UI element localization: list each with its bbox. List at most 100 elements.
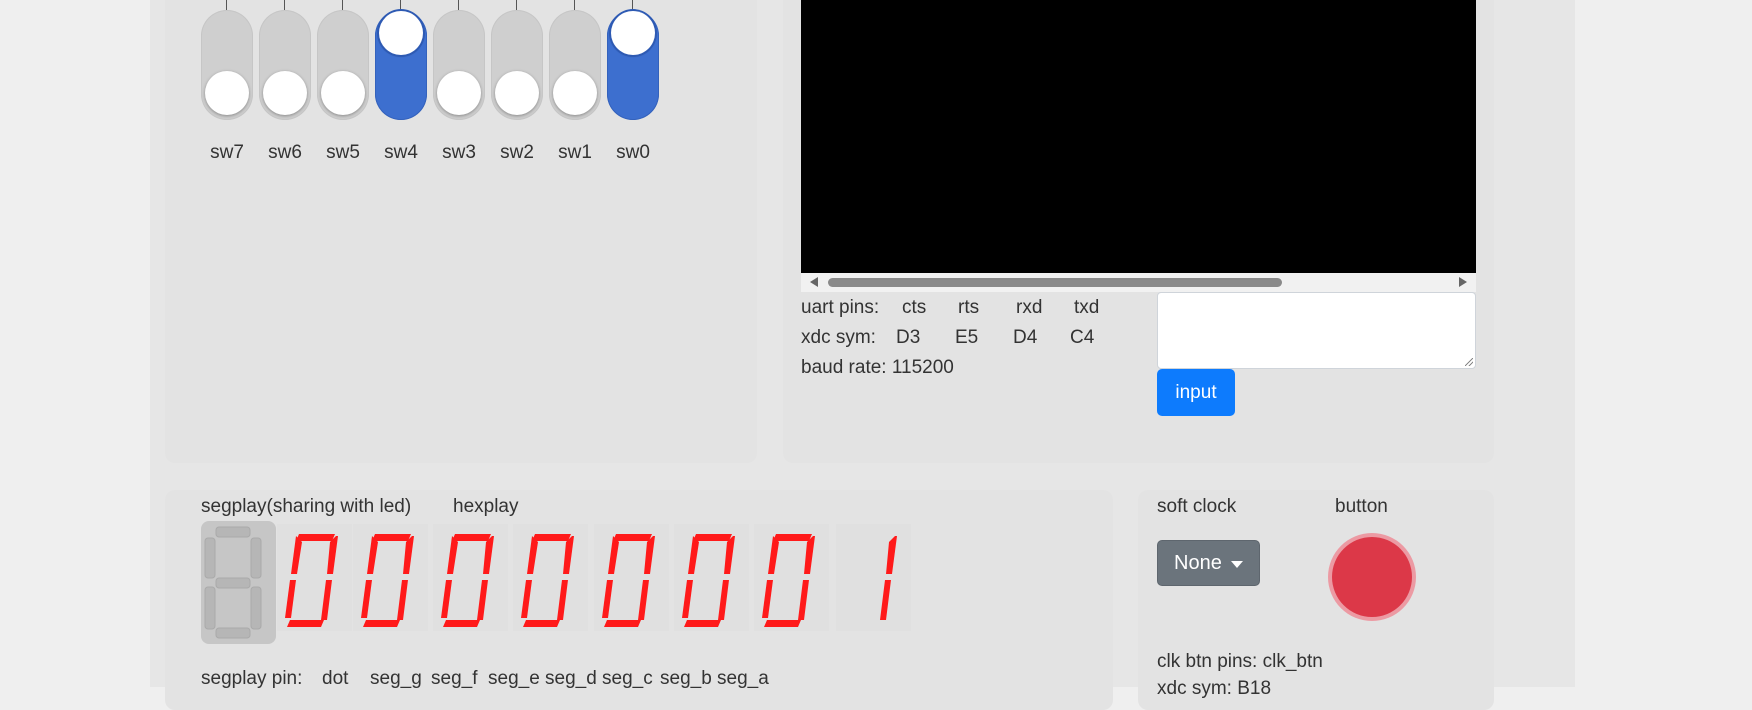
segment-d — [604, 620, 641, 627]
switch-knob[interactable] — [553, 71, 597, 115]
segment-c — [321, 580, 332, 620]
xdc-txd: C4 — [1070, 327, 1095, 348]
segment-a — [452, 534, 491, 541]
switch-label: sw3 — [442, 142, 476, 163]
uart-pin-rxd: rxd — [1016, 297, 1043, 318]
uart-pin-txd: txd — [1074, 297, 1100, 318]
switch-knob[interactable] — [495, 71, 539, 115]
xdc-rts: E5 — [955, 327, 979, 348]
segment-f — [367, 536, 378, 574]
caret-down-icon — [1231, 561, 1243, 568]
switch-knob[interactable] — [437, 71, 481, 115]
segment-b — [403, 536, 414, 574]
clk-btn-pins: clk btn pins: clk_btn — [1157, 651, 1323, 672]
segment-digit-svg: 0 — [513, 524, 574, 627]
segment-digit-2: 0 — [433, 524, 508, 631]
segment-c — [798, 580, 809, 620]
hex-seg-e — [204, 586, 216, 630]
segment-digit-5: 0 — [674, 524, 749, 631]
segment-b — [886, 536, 897, 574]
segment-c — [557, 580, 568, 620]
segment-digit-value: 0 — [674, 524, 675, 525]
hex-seg-d — [215, 627, 251, 639]
segment-b — [563, 536, 574, 574]
switch-lead — [226, 0, 227, 10]
switch-label: sw4 — [384, 142, 418, 163]
segment-digit-value: 0 — [594, 524, 595, 525]
scrollbar-thumb[interactable] — [828, 278, 1282, 287]
segment-b — [483, 536, 494, 574]
switch-lead — [632, 0, 633, 10]
switch-label: sw0 — [616, 142, 650, 163]
switch-lead — [400, 0, 401, 10]
resize-grip-icon[interactable] — [1465, 358, 1473, 366]
switch-label: sw1 — [558, 142, 592, 163]
uart-terminal[interactable] — [801, 0, 1476, 273]
segment-d — [684, 620, 721, 627]
segment-c — [397, 580, 408, 620]
segment-e — [361, 580, 372, 618]
switch-knob[interactable] — [379, 11, 423, 55]
switch-knob[interactable] — [321, 71, 365, 115]
segplay-title: segplay(sharing with led) — [201, 496, 412, 517]
segment-f — [608, 536, 619, 574]
segment-f — [527, 536, 538, 574]
xdc-sym-label: xdc sym: — [801, 327, 876, 348]
segment-digit-svg: 0 — [433, 524, 494, 627]
clk-btn-xdc: xdc sym: B18 — [1157, 678, 1272, 699]
switch-label: sw7 — [210, 142, 244, 163]
segment-f — [688, 536, 699, 574]
segment-b — [724, 536, 735, 574]
soft-clock-select[interactable]: None — [1157, 540, 1260, 586]
segment-b — [327, 536, 338, 574]
segment-digit-1: 0 — [353, 524, 428, 631]
segment-f — [768, 536, 779, 574]
segment-digit-6: 0 — [754, 524, 829, 631]
segment-b — [804, 536, 815, 574]
segment-e — [441, 580, 452, 618]
uart-input-field[interactable] — [1157, 292, 1476, 369]
segment-digit-svg: 0 — [361, 534, 414, 627]
uart-pins-label: uart pins: — [801, 297, 880, 318]
segment-digit-value: 1 — [836, 524, 837, 525]
segment-digit-7: 1 — [836, 524, 911, 631]
hex-seg-b — [250, 537, 262, 579]
segment-a — [693, 534, 732, 541]
switch-knob[interactable] — [263, 71, 307, 115]
arrow-right-icon[interactable] — [1459, 277, 1467, 287]
segment-digit-3: 0 — [513, 524, 588, 631]
segment-f — [291, 536, 302, 574]
switch-lead — [516, 0, 517, 10]
push-button[interactable] — [1332, 537, 1412, 617]
switch-knob[interactable] — [611, 11, 655, 55]
switch-knob[interactable] — [205, 71, 249, 115]
terminal-scrollbar[interactable] — [801, 273, 1476, 292]
xdc-rxd: D4 — [1013, 327, 1038, 348]
segment-digit-svg: 0 — [762, 534, 815, 627]
input-button[interactable]: input — [1157, 369, 1235, 416]
segment-digit-value: 0 — [433, 524, 434, 525]
hex-seg-a — [215, 526, 251, 538]
arrow-left-icon[interactable] — [810, 277, 818, 287]
soft-clock-label: soft clock — [1157, 496, 1237, 517]
segment-c — [477, 580, 488, 620]
segment-digit-value: 0 — [513, 524, 514, 525]
switch-lead — [342, 0, 343, 10]
segment-b — [644, 536, 655, 574]
segment-e — [602, 580, 613, 618]
clock-panel — [1138, 490, 1494, 710]
segment-digit-svg: 0 — [277, 524, 338, 627]
segment-e — [521, 580, 532, 618]
baud-rate: baud rate: 115200 — [801, 357, 954, 378]
switch-label: sw6 — [268, 142, 302, 163]
segment-a — [773, 534, 812, 541]
hexplay-segments — [204, 526, 262, 639]
switch-lead — [458, 0, 459, 10]
segment-d — [523, 620, 560, 627]
hexplay-title: hexplay — [453, 496, 519, 517]
segment-f — [447, 536, 458, 574]
segment-d — [443, 620, 480, 627]
segment-a — [372, 534, 411, 541]
switch-label: sw5 — [326, 142, 360, 163]
segment-digit-value: 0 — [277, 524, 278, 525]
